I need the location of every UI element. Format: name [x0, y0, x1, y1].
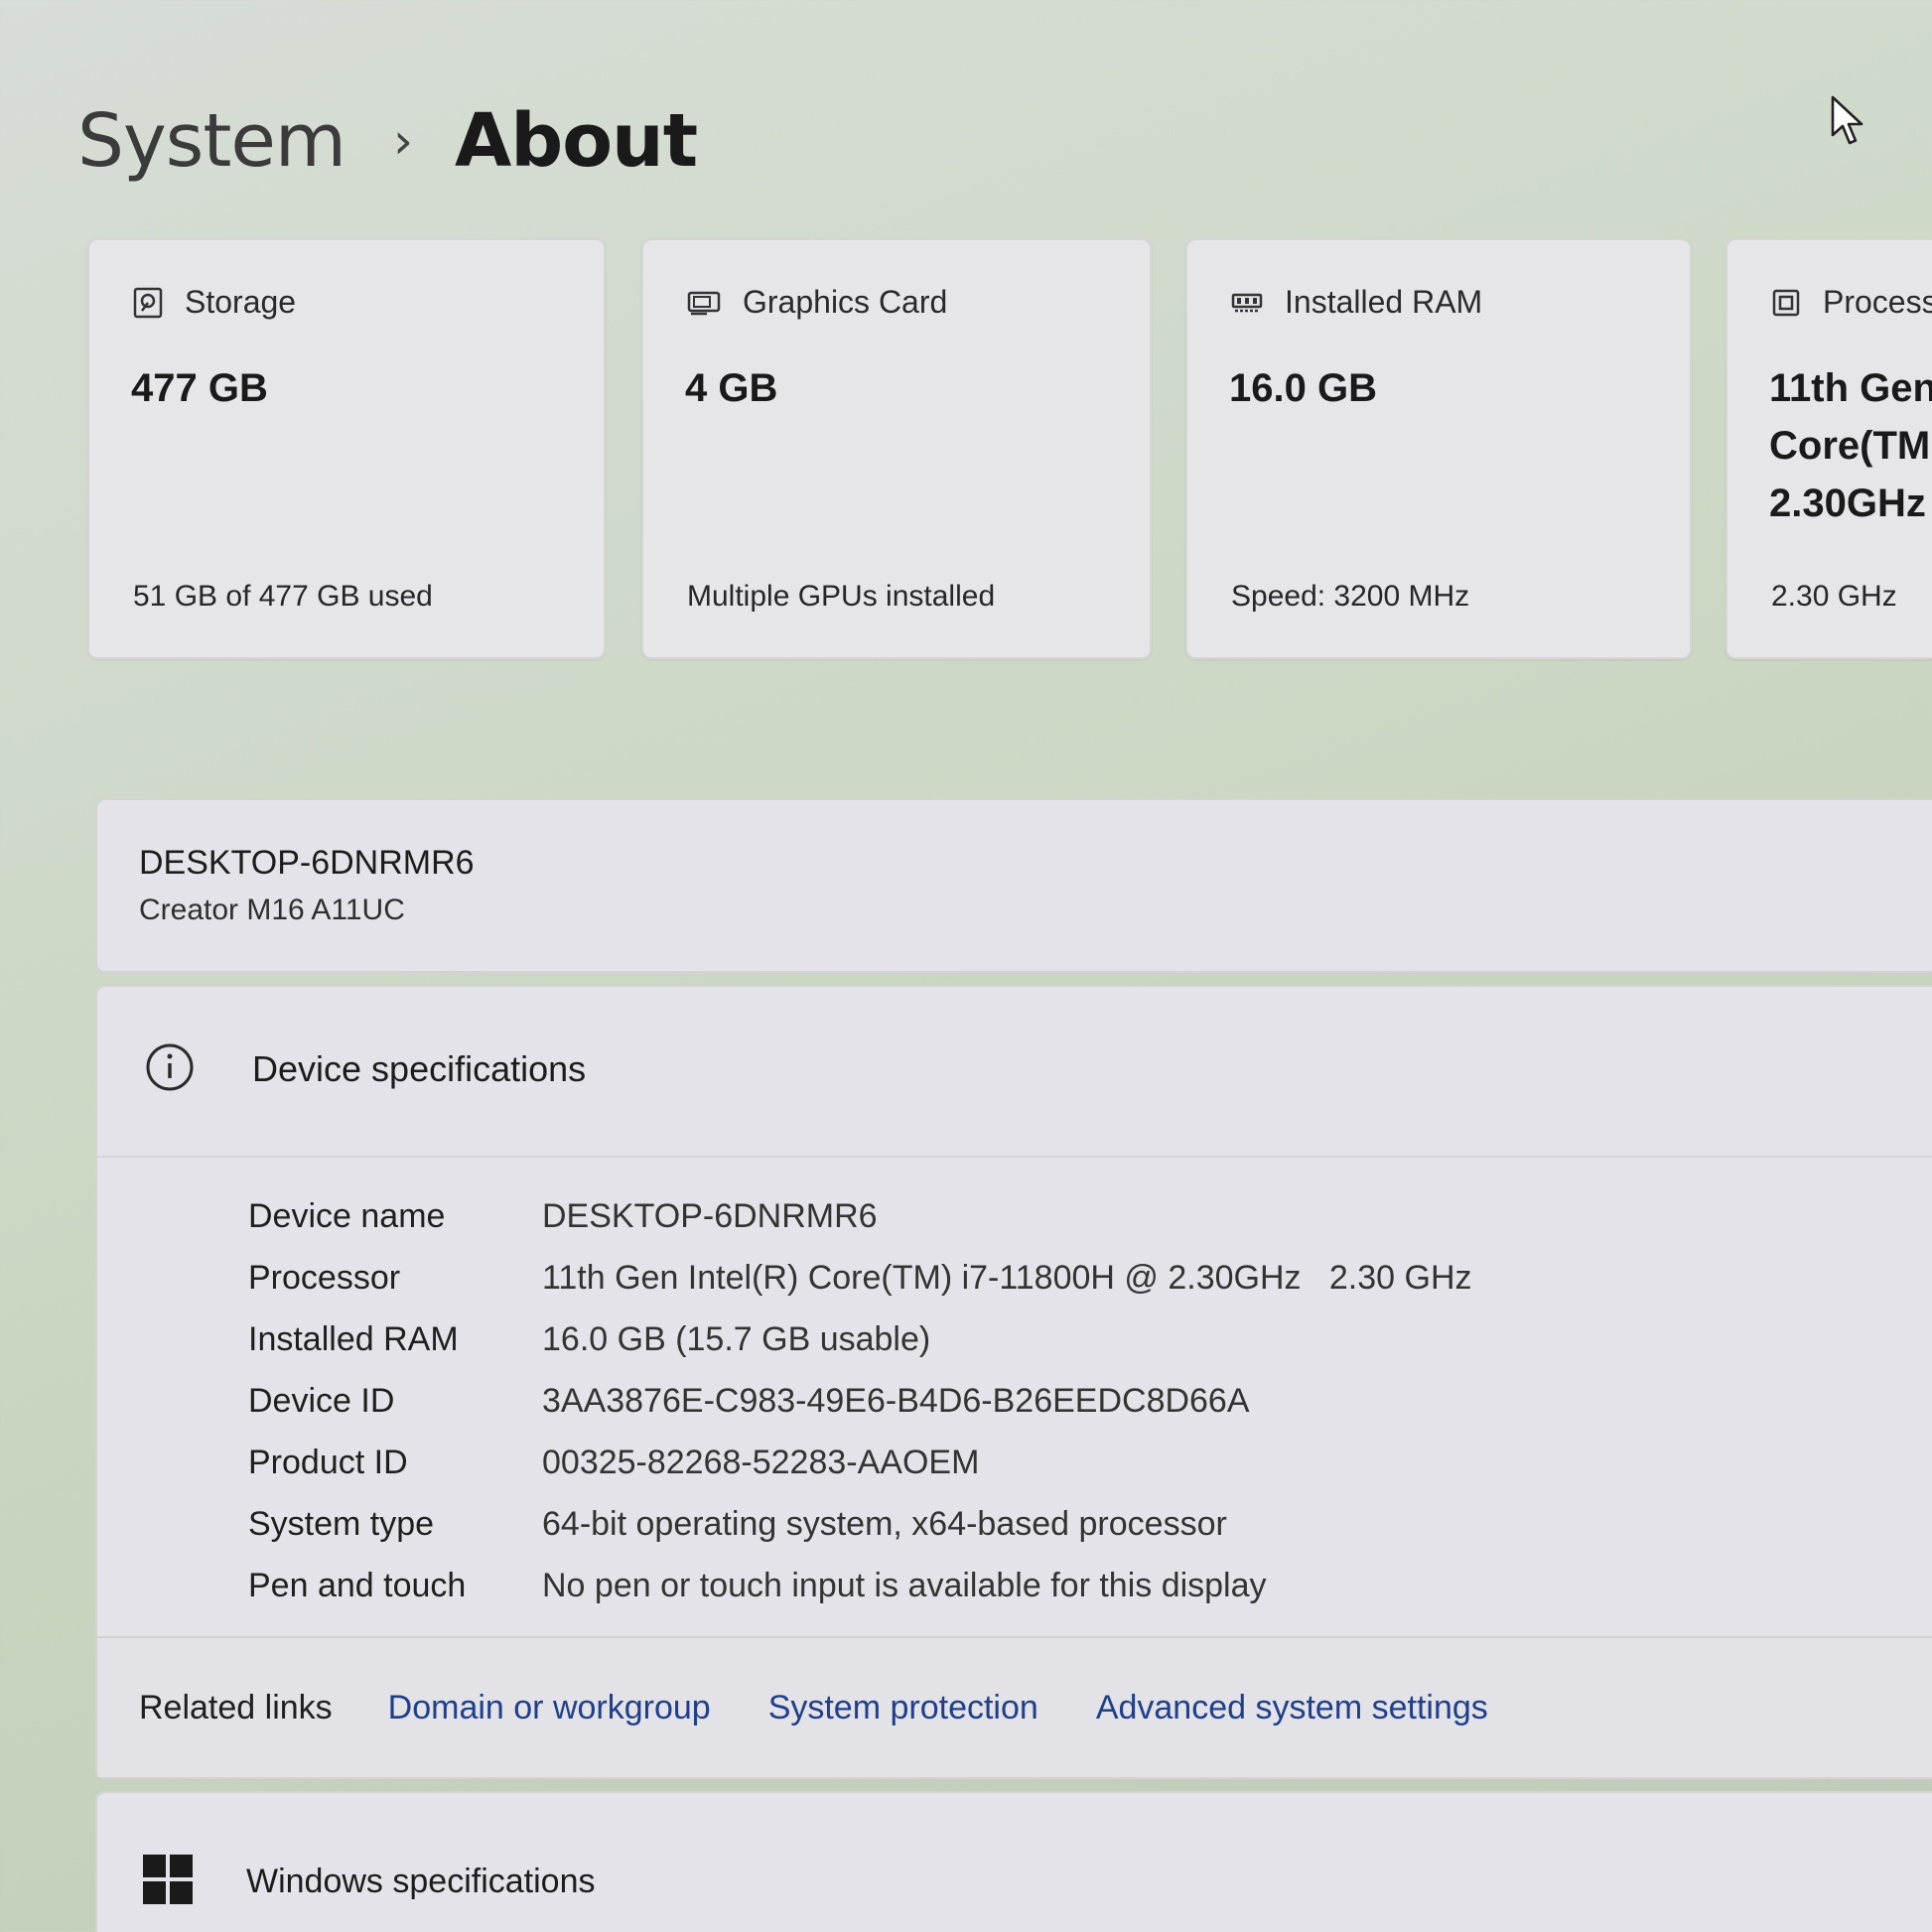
spec-row: Device ID 3AA3876E-C983-49E6-B4D6-B26EED…: [248, 1370, 1472, 1432]
card-value: 477 GB: [131, 366, 268, 410]
spec-row: Product ID 00325-82268-52283-AAOEM: [248, 1432, 1472, 1493]
device-specifications-panel: Device specifications Device name DESKTO…: [95, 985, 1932, 1779]
spec-row: System type 64-bit operating system, x64…: [248, 1493, 1472, 1555]
spec-value[interactable]: 00325-82268-52283-AAOEM: [542, 1444, 979, 1482]
breadcrumb-system[interactable]: System: [77, 98, 346, 184]
spec-label: Processor: [248, 1258, 401, 1297]
system-protection-link[interactable]: System protection: [768, 1689, 1038, 1727]
spec-label: Product ID: [248, 1443, 408, 1481]
card-value-line: Core(TM: [1769, 424, 1931, 468]
card-label: Process: [1823, 284, 1932, 320]
advanced-system-settings-link[interactable]: Advanced system settings: [1096, 1689, 1488, 1727]
device-name: DESKTOP-6DNRMR6: [139, 844, 475, 882]
card-value-line: 11th Gen: [1769, 366, 1932, 410]
spec-list: Device name DESKTOP-6DNRMR6 Processor 11…: [248, 1185, 1472, 1616]
spec-label: Installed RAM: [248, 1319, 459, 1358]
card-subtext: 2.30 GHz: [1771, 580, 1897, 613]
spec-label: Device ID: [248, 1381, 395, 1420]
spec-value[interactable]: DESKTOP-6DNRMR6: [542, 1197, 878, 1236]
breadcrumb-separator: ›: [392, 112, 413, 170]
graphics-card-card[interactable]: Graphics Card 4 GB Multiple GPUs install…: [641, 238, 1152, 659]
card-value: 16.0 GB: [1229, 366, 1377, 410]
processor-icon: [1772, 289, 1800, 316]
info-icon: [146, 1043, 194, 1091]
spec-row: Installed RAM 16.0 GB (15.7 GB usable): [248, 1309, 1472, 1370]
card-subtext: Speed: 3200 MHz: [1231, 580, 1470, 613]
breadcrumb: System › About: [77, 91, 698, 191]
spec-row: Processor 11th Gen Intel(R) Core(TM) i7-…: [248, 1247, 1472, 1309]
installed-ram-card[interactable]: Installed RAM 16.0 GB Speed: 3200 MHz: [1185, 238, 1692, 659]
card-value: 4 GB: [685, 366, 778, 410]
device-specifications-title: Device specifications: [252, 1048, 587, 1089]
page-title: About: [454, 98, 698, 184]
card-subtext: Multiple GPUs installed: [687, 580, 996, 613]
spec-value[interactable]: 64-bit operating system, x64-based proce…: [542, 1505, 1227, 1544]
card-subtext: 51 GB of 477 GB used: [133, 580, 433, 613]
card-label: Installed RAM: [1285, 284, 1483, 320]
storage-icon: [133, 287, 163, 318]
card-value-line: 2.30GHz: [1769, 482, 1926, 525]
ram-icon: [1231, 293, 1263, 312]
spec-value[interactable]: No pen or touch input is available for t…: [542, 1567, 1267, 1605]
card-label: Graphics Card: [743, 284, 948, 320]
related-links-bar: Related links Domain or workgroup System…: [97, 1636, 1932, 1777]
card-label: Storage: [185, 284, 297, 320]
spec-value[interactable]: 16.0 GB (15.7 GB usable): [542, 1320, 930, 1359]
device-name-panel[interactable]: DESKTOP-6DNRMR6 Creator M16 A11UC: [95, 798, 1932, 973]
processor-card[interactable]: Process 11th Gen Core(TM 2.30GHz 2.30 GH…: [1725, 238, 1932, 659]
storage-card[interactable]: Storage 477 GB 51 GB of 477 GB used: [87, 238, 606, 659]
mouse-cursor-icon: [1831, 95, 1863, 145]
graphics-card-icon: [687, 291, 721, 315]
device-model: Creator M16 A11UC: [139, 894, 405, 926]
windows-specifications-panel[interactable]: Windows specifications: [95, 1791, 1932, 1932]
spec-label: Pen and touch: [248, 1566, 467, 1604]
spec-value[interactable]: 3AA3876E-C983-49E6-B4D6-B26EEDC8D66A: [542, 1382, 1250, 1421]
windows-logo-icon: [143, 1855, 193, 1904]
domain-or-workgroup-link[interactable]: Domain or workgroup: [388, 1689, 711, 1727]
device-specifications-header[interactable]: Device specifications: [97, 987, 1932, 1158]
windows-specifications-title: Windows specifications: [246, 1863, 596, 1900]
related-links-label: Related links: [139, 1688, 333, 1726]
spec-row: Device name DESKTOP-6DNRMR6: [248, 1185, 1472, 1247]
spec-label: System type: [248, 1504, 435, 1543]
card-value-multiline: 11th Gen Core(TM 2.30GHz: [1769, 359, 1932, 532]
spec-row: Pen and touch No pen or touch input is a…: [248, 1555, 1472, 1616]
spec-label: Device name: [248, 1196, 446, 1235]
spec-value[interactable]: 11th Gen Intel(R) Core(TM) i7-11800H @ 2…: [542, 1259, 1472, 1298]
